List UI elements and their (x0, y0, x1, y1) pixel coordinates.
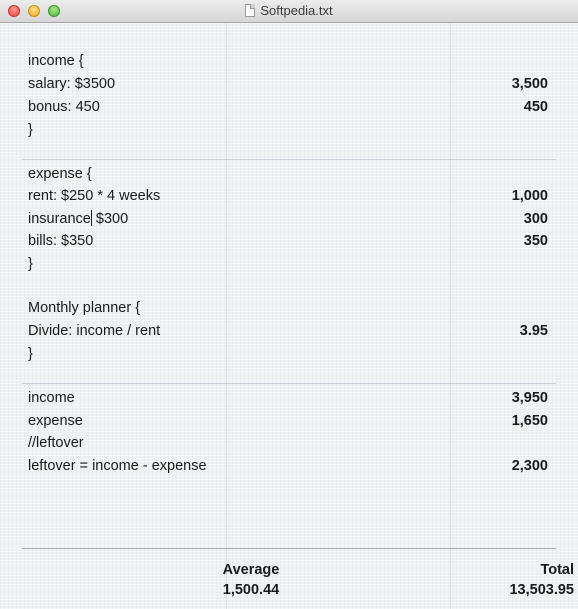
line-text: bonus: 450 (28, 99, 100, 115)
editor-line[interactable]: } (28, 119, 548, 141)
line-text: Divide: income / rent (28, 323, 161, 339)
line-text: bills: $350 (28, 233, 94, 249)
app-window: Softpedia.txt income { salary: $3500 3,5… (0, 0, 578, 609)
window-title-area: Softpedia.txt (0, 0, 578, 22)
line-text: expense (28, 413, 83, 429)
editor-line[interactable]: income 3,950 (28, 387, 548, 409)
text-document-icon (245, 4, 256, 17)
average-value: 1,500.44 (222, 582, 280, 598)
line-text: //leftover (28, 435, 84, 451)
editor-line-with-cursor[interactable]: insurance $300 300 (28, 208, 548, 230)
footer-divider (22, 548, 556, 549)
line-text: income { (28, 53, 84, 69)
editor-line[interactable]: } (28, 343, 548, 365)
editor-line[interactable]: expense { (28, 163, 548, 185)
line-result: 1,650 (511, 413, 548, 429)
line-result: 450 (523, 99, 548, 115)
line-result: 3,950 (511, 390, 548, 406)
line-text-after-cursor: $300 (91, 211, 129, 227)
editor-line[interactable]: income { (28, 50, 548, 72)
editor-line[interactable]: Monthly planner { (28, 297, 548, 319)
average-label: Average (222, 562, 280, 578)
editor-line[interactable]: } (28, 253, 548, 275)
line-text: insurance $300 (28, 208, 128, 230)
line-result: 3.95 (519, 323, 548, 339)
title-bar[interactable]: Softpedia.txt (0, 0, 578, 23)
editor-line[interactable]: salary: $3500 3,500 (28, 73, 548, 95)
window-title: Softpedia.txt (260, 3, 333, 18)
line-text: salary: $3500 (28, 76, 116, 92)
editor-line[interactable]: rent: $250 * 4 weeks 1,000 (28, 185, 548, 207)
line-text: Monthly planner { (28, 300, 141, 316)
editor-area[interactable]: income { salary: $3500 3,500 bonus: 450 … (0, 23, 578, 609)
line-result: 300 (523, 211, 548, 227)
editor-line[interactable]: bills: $350 350 (28, 230, 548, 252)
line-result: 1,000 (511, 188, 548, 204)
total-label: Total (540, 562, 574, 578)
line-result: 2,300 (511, 458, 548, 474)
line-text: } (28, 256, 33, 272)
line-result: 3,500 (511, 76, 548, 92)
average-summary: Average 1,500.44 (196, 560, 306, 600)
line-text: rent: $250 * 4 weeks (28, 188, 161, 204)
total-summary: Total 13,503.95 (462, 560, 574, 600)
section-divider (22, 383, 556, 384)
editor-line[interactable]: //leftover (28, 432, 548, 454)
editor-line[interactable]: leftover = income - expense 2,300 (28, 455, 548, 477)
editor-line[interactable]: bonus: 450 450 (28, 96, 548, 118)
line-text-before-cursor: insurance (28, 211, 91, 227)
editor-line[interactable]: expense 1,650 (28, 410, 548, 432)
line-text: expense { (28, 166, 92, 182)
editor-line[interactable]: Divide: income / rent 3.95 (28, 320, 548, 342)
line-text: } (28, 122, 33, 138)
line-text: } (28, 346, 33, 362)
line-text: income (28, 390, 75, 406)
line-text: leftover = income - expense (28, 458, 207, 474)
section-divider (22, 159, 556, 160)
line-result: 350 (523, 233, 548, 249)
total-value: 13,503.95 (509, 582, 574, 598)
